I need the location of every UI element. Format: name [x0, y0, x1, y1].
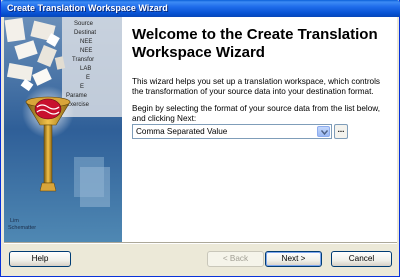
wizard-content: Source Destinat NEE NEE Transfor LAB E E… [4, 17, 397, 242]
wizard-side-illustration: Source Destinat NEE NEE Transfor LAB E E… [4, 17, 122, 242]
source-format-value: Comma Separated Value [136, 127, 228, 136]
next-button[interactable]: Next > [265, 251, 322, 267]
browse-button[interactable]: ... [334, 124, 348, 139]
title-bar[interactable]: Create Translation Workspace Wizard [1, 0, 400, 17]
svg-text:Destinat: Destinat [74, 30, 96, 36]
back-button[interactable]: < Back [207, 251, 264, 267]
chevron-down-icon [321, 130, 328, 135]
svg-text:E: E [86, 75, 90, 81]
wizard-instruction-text: Begin by selecting the format of your so… [132, 104, 381, 123]
svg-text:Schematter: Schematter [8, 225, 36, 231]
svg-text:Lim: Lim [10, 218, 19, 224]
wizard-main-panel: Welcome to the Create Translation Worksp… [122, 17, 397, 242]
source-format-select[interactable]: Comma Separated Value [132, 124, 332, 139]
wizard-intro-text: This wizard helps you set up a translati… [132, 77, 381, 96]
help-button[interactable]: Help [9, 251, 71, 267]
wizard-heading: Welcome to the Create Translation Worksp… [132, 26, 378, 61]
illustration-art: Source Destinat NEE NEE Transfor LAB E E… [4, 17, 122, 242]
svg-text:LAB: LAB [80, 66, 91, 72]
dropdown-arrow-button[interactable] [317, 126, 330, 137]
wizard-window: Create Translation Workspace Wizard Sour… [0, 0, 400, 277]
svg-text:Source: Source [74, 21, 94, 27]
footer-separator [4, 242, 397, 244]
svg-text:E: E [80, 84, 84, 90]
svg-text:NEE: NEE [80, 48, 92, 54]
svg-text:Transfor: Transfor [72, 57, 94, 63]
svg-text:NEE: NEE [80, 39, 92, 45]
window-title: Create Translation Workspace Wizard [7, 3, 168, 13]
cancel-button[interactable]: Cancel [331, 251, 392, 267]
